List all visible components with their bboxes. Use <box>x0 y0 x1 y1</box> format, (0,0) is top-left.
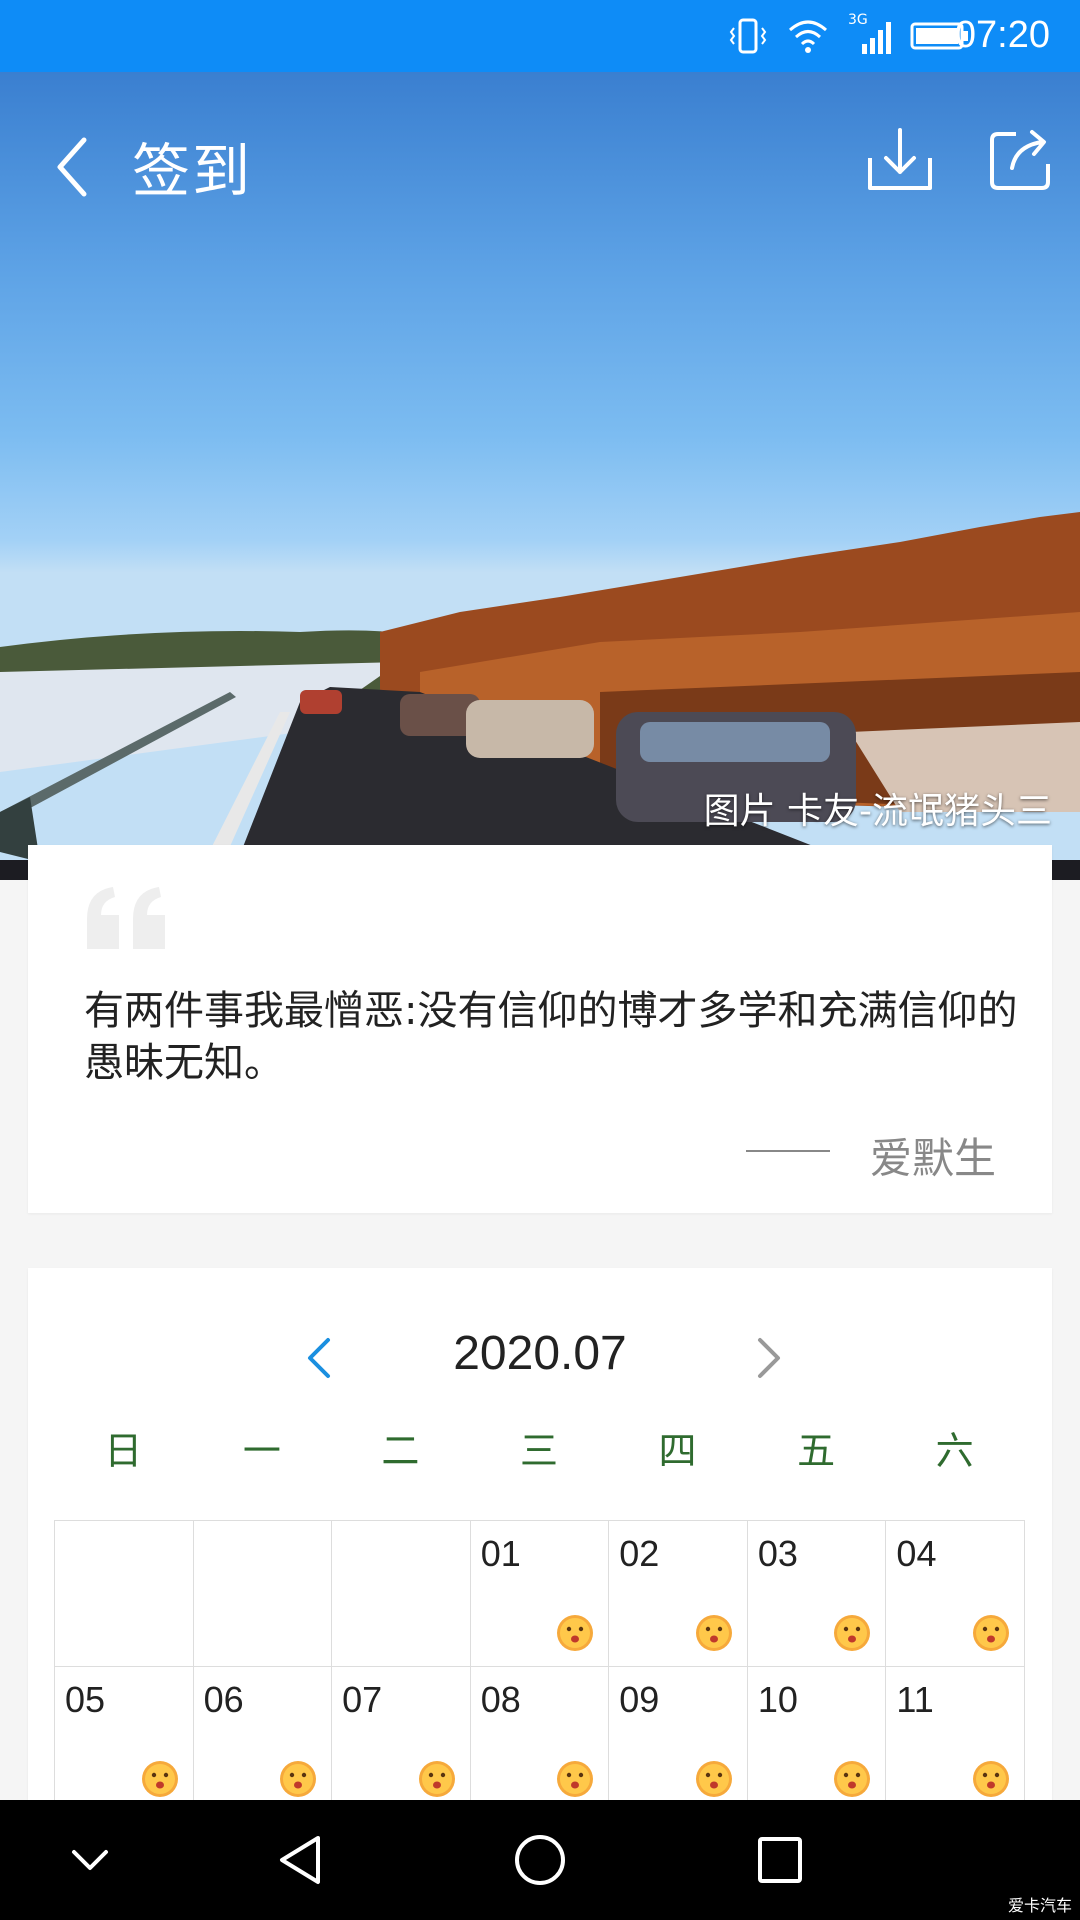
calendar-day-cell[interactable]: 03 <box>747 1521 887 1667</box>
weekday-header: 日 一 二 三 四 五 六 <box>54 1420 1024 1475</box>
checked-in-emoji-icon <box>972 1761 1009 1797</box>
quote-icon <box>87 887 165 949</box>
wifi-icon <box>789 20 827 53</box>
checked-in-emoji-icon <box>972 1615 1009 1651</box>
weekday-label: 日 <box>104 1429 143 1473</box>
calendar-day-cell[interactable]: 11 <box>886 1667 1025 1813</box>
calendar-month: 2020.07 <box>453 1327 627 1380</box>
status-icons: 3G <box>728 12 970 56</box>
day-number: 08 <box>480 1679 521 1720</box>
weekday-label: 六 <box>935 1429 974 1473</box>
download-icon[interactable] <box>866 124 934 192</box>
home-circle-icon[interactable] <box>510 1830 570 1890</box>
calendar-day-cell[interactable]: 06 <box>193 1667 333 1813</box>
day-number: 02 <box>619 1533 660 1574</box>
calendar-day-cell[interactable]: 05 <box>55 1667 194 1813</box>
checked-in-emoji-icon <box>280 1761 317 1797</box>
checked-in-emoji-icon <box>141 1761 178 1797</box>
calendar-day-cell <box>332 1521 471 1667</box>
quote-card: 有两件事我最憎恶:没有信仰的博才多学和充满信仰的愚昧无知。 爱默生 <box>28 845 1052 1213</box>
day-number: 01 <box>480 1533 521 1574</box>
calendar-day-cell[interactable]: 08 <box>470 1667 610 1813</box>
calendar-day-cell[interactable]: 04 <box>886 1521 1025 1667</box>
calendar-day-cell[interactable]: 01 <box>470 1521 610 1667</box>
weekday-label: 四 <box>658 1429 697 1473</box>
calendar-day-cell[interactable]: 09 <box>609 1667 748 1813</box>
checked-in-emoji-icon <box>418 1761 455 1797</box>
calendar-day-cell[interactable]: 07 <box>332 1667 471 1813</box>
share-icon[interactable] <box>986 124 1054 192</box>
calendar-day-cell <box>193 1521 333 1667</box>
calendar-day-cell[interactable]: 10 <box>747 1667 887 1813</box>
back-triangle-icon[interactable] <box>272 1830 328 1890</box>
calendar-grid: 01 02 03 04 05 06 07 08 09 10 11 <box>54 1520 1025 1813</box>
photo-credit: 图片 卡友-流氓猪头三 <box>703 791 1052 832</box>
day-number: 07 <box>342 1679 383 1720</box>
day-number: 06 <box>203 1679 244 1720</box>
checked-in-emoji-icon <box>834 1615 871 1651</box>
weekday-label: 三 <box>519 1429 558 1473</box>
checked-in-emoji-icon <box>695 1615 732 1651</box>
status-bar: 3G 07:20 <box>0 0 1080 72</box>
weekday-label: 五 <box>797 1429 836 1473</box>
back-arrow-icon[interactable] <box>50 132 94 202</box>
day-number: 03 <box>757 1533 798 1574</box>
checked-in-emoji-icon <box>557 1615 594 1651</box>
page-title: 签到 <box>132 137 253 205</box>
day-number: 05 <box>65 1679 106 1720</box>
checked-in-emoji-icon <box>695 1761 732 1797</box>
signal-icon: 3G <box>848 12 892 56</box>
quote-text: 有两件事我最憎恶:没有信仰的博才多学和充满信仰的愚昧无知。 <box>84 988 1018 1086</box>
weekday-label: 一 <box>242 1429 281 1473</box>
checked-in-emoji-icon <box>557 1761 594 1797</box>
day-number: 11 <box>896 1679 934 1720</box>
day-number: 09 <box>619 1679 660 1720</box>
calendar-day-cell[interactable]: 02 <box>609 1521 748 1667</box>
watermark: 爱卡汽车 <box>1007 1896 1072 1915</box>
day-number: 04 <box>896 1533 937 1574</box>
day-number: 10 <box>757 1679 798 1720</box>
calendar-day-cell <box>55 1521 194 1667</box>
navigation-bar: 爱卡汽车 <box>0 1800 1080 1920</box>
recents-square-icon[interactable] <box>752 1830 808 1890</box>
checked-in-emoji-icon <box>834 1761 871 1797</box>
hero-image: 签到 图片 卡友-流氓猪头三 <box>0 72 1080 880</box>
calendar-card: 2020.07 日 一 二 三 四 五 六 01 02 03 04 05 06 07 08 09… <box>28 1268 1052 1828</box>
quote-divider <box>746 1150 830 1152</box>
collapse-chevron-icon[interactable] <box>64 1830 116 1890</box>
chevron-right-icon[interactable] <box>750 1328 790 1388</box>
weekday-label: 二 <box>381 1429 420 1473</box>
quote-author: 爱默生 <box>870 1134 997 1183</box>
status-time: 07:20 <box>954 14 1050 56</box>
vibrate-icon <box>729 18 767 54</box>
